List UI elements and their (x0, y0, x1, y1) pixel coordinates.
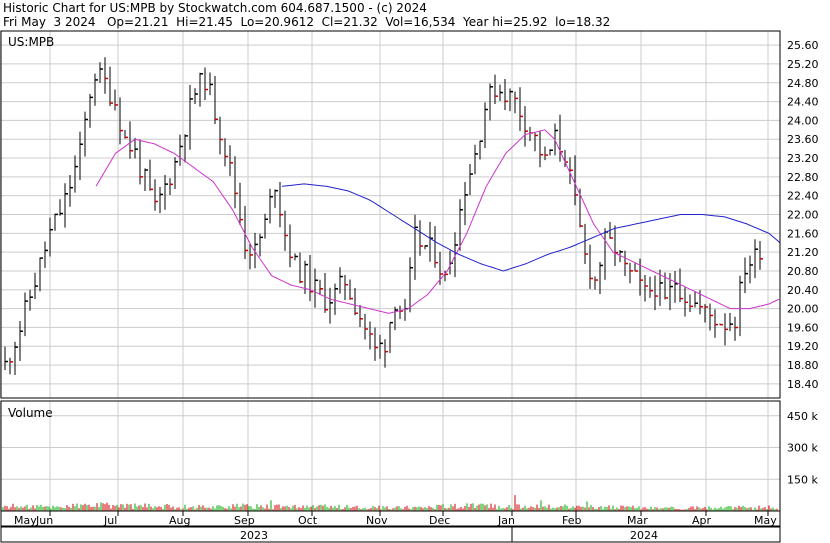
price-tick-label: 22.80 (787, 171, 819, 184)
month-tick-label: May (754, 514, 777, 527)
price-tick-label: 21.20 (787, 246, 819, 259)
price-tick-label: 19.20 (787, 340, 819, 353)
moving-average-short (95, 129, 780, 314)
volume-bars (2, 495, 778, 511)
price-tick-label: 20.40 (787, 284, 819, 297)
price-tick-label: 20.00 (787, 303, 819, 316)
price-tick-label: 23.20 (787, 152, 819, 165)
year-label: 2024 (630, 529, 658, 542)
volume-axis: 450 k 300 k 150 k (787, 410, 818, 486)
month-tick-label: Apr (692, 514, 712, 527)
month-tick-label: Jun (35, 514, 53, 527)
price-tick-label: 24.40 (787, 96, 819, 109)
month-axis: May Jun Jul Aug Sep Oct Nov Dec Jan Feb Mar Apr May (14, 511, 777, 527)
price-tick-label: 22.00 (787, 209, 819, 222)
moving-average-long (281, 183, 781, 272)
price-tick-label: 24.00 (787, 114, 819, 127)
month-tick-label: Nov (366, 514, 388, 527)
month-tick-label: Aug (169, 514, 190, 527)
symbol-label: US:MPB (8, 35, 54, 49)
volume-grid (0, 401, 780, 511)
volume-tick-label: 150 k (787, 473, 818, 486)
year-axis-frame (0, 526, 781, 543)
price-tick-label: 21.60 (787, 227, 819, 240)
month-tick-label: Feb (562, 514, 581, 527)
volume-label: Volume (8, 406, 53, 420)
price-tick-label: 18.40 (787, 378, 819, 391)
month-tick-label: Dec (429, 514, 450, 527)
price-tick-label: 20.80 (787, 265, 819, 278)
month-tick-label: Oct (298, 514, 318, 527)
volume-tick-label: 450 k (787, 410, 818, 423)
month-tick-label: May (14, 514, 37, 527)
year-axis: 2023 2024 (240, 527, 658, 542)
year-label: 2023 (240, 529, 268, 542)
volume-tick-label: 300 k (787, 442, 818, 455)
month-tick-label: Jul (103, 514, 117, 527)
price-tick-label: 23.60 (787, 133, 819, 146)
price-axis: 25.60 25.20 24.80 24.40 24.00 23.60 23.20 22.80… (787, 39, 819, 391)
price-tick-label: 25.60 (787, 39, 819, 52)
price-tick-label: 24.80 (787, 77, 819, 90)
price-tick-label: 19.60 (787, 321, 819, 334)
month-tick-label: Jan (497, 514, 515, 527)
month-tick-label: Sep (234, 514, 255, 527)
stock-chart: US:MPB Volume 25.6025.2024.8024.4024.002… (0, 30, 819, 543)
price-tick-label: 25.20 (787, 58, 819, 71)
price-tick-label: 22.40 (787, 190, 819, 203)
price-tick-label: 18.80 (787, 359, 819, 372)
month-tick-label: Mar (627, 514, 648, 527)
